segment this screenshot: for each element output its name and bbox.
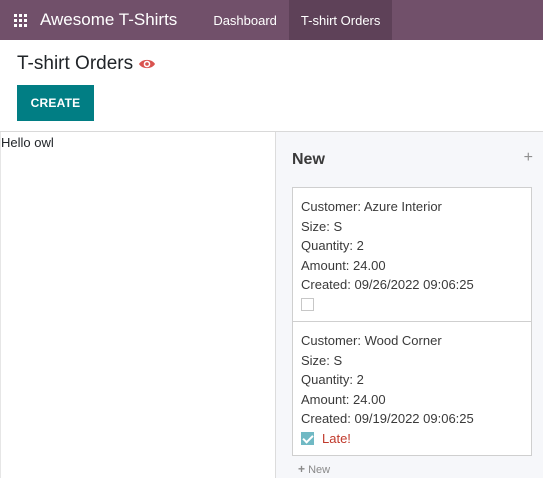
card-created: Created: 09/19/2022 09:06:25	[301, 411, 474, 426]
breadcrumb: T-shirt Orders	[17, 53, 156, 75]
quick-create-button[interactable]: + New	[298, 462, 330, 476]
create-button[interactable]: CREATE	[17, 85, 94, 121]
late-checkbox[interactable]	[301, 298, 314, 311]
card-amount: Amount: 24.00	[301, 391, 386, 407]
card-quantity: Quantity: 2	[301, 238, 364, 253]
quick-create-label: New	[308, 464, 331, 476]
app-brand[interactable]: Awesome T-Shirts	[40, 10, 177, 30]
hello-owl-text: Hello owl	[1, 135, 54, 150]
kanban-card[interactable]: Customer: Azure Interior Size: S Quantit…	[292, 187, 532, 322]
nav-tshirt-orders[interactable]: T-shirt Orders	[288, 0, 393, 40]
card-late-row: Late!	[301, 431, 523, 447]
nav-dashboard[interactable]: Dashboard	[201, 0, 289, 40]
card-customer: Customer: Azure Interior	[301, 199, 442, 214]
kanban-card[interactable]: Customer: Wood Corner Size: S Quantity: …	[292, 321, 532, 456]
card-size: Size: S	[301, 352, 343, 368]
plus-icon: +	[298, 462, 306, 476]
card-size: Size: S	[301, 218, 343, 234]
card-late-row	[301, 297, 523, 313]
left-panel-border	[0, 132, 1, 478]
late-checkbox[interactable]	[301, 432, 314, 445]
late-label: Late!	[322, 431, 351, 446]
card-created: Created: 09/26/2022 09:06:25	[301, 277, 474, 292]
column-title: New	[292, 151, 325, 168]
eye-icon[interactable]	[138, 57, 156, 71]
apps-grid-icon	[13, 13, 27, 27]
kanban-column-new: New + Customer: Azure Interior Size: S Q…	[275, 132, 543, 478]
card-quantity: Quantity: 2	[301, 372, 364, 387]
card-amount: Amount: 24.00	[301, 257, 386, 273]
apps-menu-icon[interactable]	[0, 0, 40, 40]
card-customer: Customer: Wood Corner	[301, 333, 442, 348]
top-navbar: Awesome T-Shirts Dashboard T-shirt Order…	[0, 0, 543, 40]
page-title: T-shirt Orders	[17, 53, 134, 74]
plus-icon[interactable]: +	[524, 149, 533, 167]
